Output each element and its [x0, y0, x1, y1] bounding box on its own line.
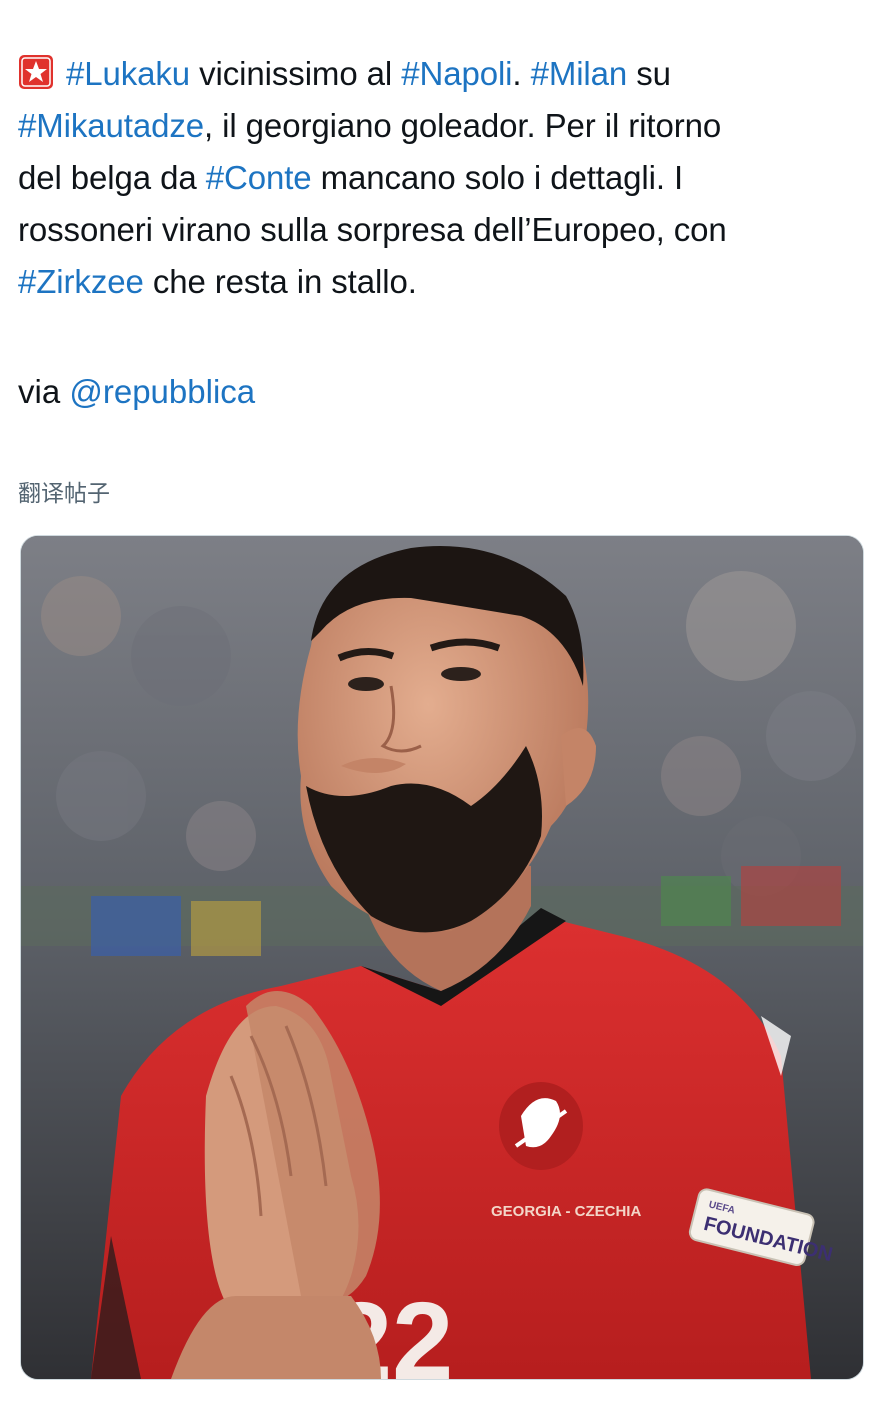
tweet-text: #Lukaku vicinissimo al #Napoli. #Milan s… [18, 48, 868, 308]
tweet-text-segment: rossoneri virano sulla sorpresa dell’Eur… [18, 211, 727, 248]
hashtag-link-mikautadze[interactable]: #Mikautadze [18, 107, 204, 144]
tweet-text-segment: . [512, 55, 531, 92]
hashtag-link-lukaku[interactable]: #Lukaku [66, 55, 190, 92]
tweet-text-segment: mancano solo i dettagli. I [311, 159, 684, 196]
hashtag-link-napoli[interactable]: #Napoli [401, 55, 512, 92]
tweet-line-3: del belga da #Conte mancano solo i detta… [18, 152, 868, 204]
tweet-line-1: #Lukaku vicinissimo al #Napoli. #Milan s… [18, 48, 868, 100]
tweet-line-5: #Zirkzee che resta in stallo. [18, 256, 868, 308]
player-photo-illustration: GEORGIA - CZECHIA UEFA FOUNDATION 22 [21, 536, 863, 1379]
via-prefix: via [18, 373, 70, 410]
red-square-emblem-icon [18, 53, 54, 89]
hashtag-link-zirkzee[interactable]: #Zirkzee [18, 263, 144, 300]
tweet-line-2: #Mikautadze, il georgiano goleador. Per … [18, 100, 868, 152]
tweet-photo[interactable]: GEORGIA - CZECHIA UEFA FOUNDATION 22 [20, 535, 864, 1380]
tweet-text-segment: , il georgiano goleador. Per il ritorno [204, 107, 722, 144]
tweet-text-segment: vicinissimo al [190, 55, 402, 92]
tweet-text-segment: che resta in stallo. [143, 263, 417, 300]
repubblica-mention-link[interactable]: @repubblica [69, 373, 255, 410]
tweet-text-segment: su [627, 55, 671, 92]
tweet-line-4: rossoneri virano sulla sorpresa dell’Eur… [18, 204, 868, 256]
via-line: via @repubblica [18, 366, 255, 418]
tweet-text-segment: del belga da [18, 159, 206, 196]
hashtag-link-milan[interactable]: #Milan [531, 55, 628, 92]
jersey-crest [499, 1082, 583, 1170]
jersey-match-patch: GEORGIA - CZECHIA [491, 1203, 641, 1220]
translate-post-link[interactable]: 翻译帖子 [18, 474, 110, 508]
hashtag-link-conte[interactable]: #Conte [206, 159, 312, 196]
